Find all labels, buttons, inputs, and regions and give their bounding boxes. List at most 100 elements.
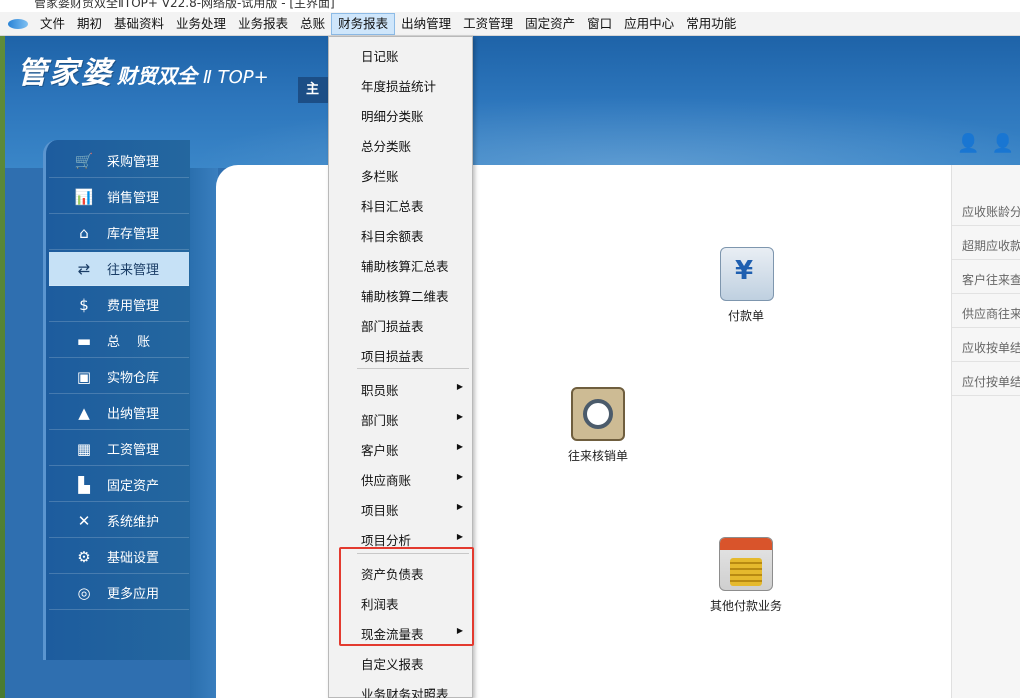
dropdown-item-business-finance[interactable]: 业务财务对照表 <box>361 684 449 698</box>
right-item-supplier[interactable]: 供应商往来 <box>962 305 1020 322</box>
dropdown-item-project-account[interactable]: 项目账 <box>361 500 399 519</box>
boxes-icon: ▙ <box>78 475 90 494</box>
sidebar-item-more-apps[interactable]: ◎ 更多应用 <box>49 576 189 610</box>
menu-business-report[interactable]: 业务报表 <box>232 13 294 35</box>
dropdown-item-account-balance[interactable]: 科目余额表 <box>361 226 424 245</box>
sidebar-item-label: 库存管理 <box>107 227 160 242</box>
right-item-payable-settle[interactable]: 应付按单结 <box>962 373 1020 390</box>
dropdown-item-account-summary[interactable]: 科目汇总表 <box>361 196 424 215</box>
menu-basic-data[interactable]: 基础资料 <box>108 13 170 35</box>
money-bag-icon: ▲ <box>78 403 90 422</box>
right-item-receivable-settle[interactable]: 应收按单结 <box>962 339 1020 356</box>
submenu-arrow-icon: ▶ <box>456 532 463 541</box>
sidebar-item-label: 采购管理 <box>107 155 160 170</box>
sidebar-item-label: 总 账 <box>107 335 151 350</box>
sidebar-item-label: 出纳管理 <box>107 407 160 422</box>
window-title: 管家婆财贸双全ⅡTOP+ V22.8-网络版-试用版 - [主界面] <box>34 0 335 10</box>
sidebar-item-maintenance[interactable]: ✕ 系统维护 <box>49 504 189 538</box>
dropdown-item-detail-ledger[interactable]: 明细分类账 <box>361 106 424 125</box>
coins-icon <box>719 537 773 591</box>
sidebar-item-sales[interactable]: 📊 销售管理 <box>49 180 189 214</box>
submenu-arrow-icon: ▶ <box>456 502 463 511</box>
brand-sub: 财贸双全 <box>117 64 197 88</box>
dropdown-item-custom-report[interactable]: 自定义报表 <box>361 654 424 673</box>
dropdown-item-dept-account[interactable]: 部门账 <box>361 410 399 429</box>
sidebar-item-settings[interactable]: ⚙ 基础设置 <box>49 540 189 574</box>
user-icon[interactable]: 👤 <box>957 133 979 154</box>
sidebar-item-ledger[interactable]: ▬ 总 账 <box>49 324 189 358</box>
menu-common-functions[interactable]: 常用功能 <box>680 13 742 35</box>
menu-app-center[interactable]: 应用中心 <box>618 13 680 35</box>
exchange-icon: ⇄ <box>77 259 91 278</box>
sidebar-item-warehouse[interactable]: ▣ 实物仓库 <box>49 360 189 394</box>
dropdown-item-employee-account[interactable]: 职员账 <box>361 380 399 399</box>
dropdown-item-project-profit[interactable]: 项目损益表 <box>361 346 424 365</box>
sidebar-item-label: 费用管理 <box>107 299 160 314</box>
dropdown-item-customer-account[interactable]: 客户账 <box>361 440 399 459</box>
divider <box>952 361 1020 362</box>
verification-icon <box>571 387 625 441</box>
brand-name: 管家婆 <box>17 56 113 91</box>
sidebar-item-purchase[interactable]: 🛒 采购管理 <box>49 144 189 178</box>
dropdown-item-supplier-account[interactable]: 供应商账 <box>361 470 411 489</box>
menu-cashier[interactable]: 出纳管理 <box>395 13 457 35</box>
sidebar-item-label: 系统维护 <box>107 515 160 530</box>
sidebar-item-expense[interactable]: $ 费用管理 <box>49 288 189 322</box>
submenu-arrow-icon: ▶ <box>456 412 463 421</box>
menu-opening[interactable]: 期初 <box>71 13 108 35</box>
sidebar-item-label: 基础设置 <box>107 551 160 566</box>
sidebar-item-label: 工资管理 <box>107 443 160 458</box>
sidebar-item-inventory[interactable]: ⌂ 库存管理 <box>49 216 189 250</box>
right-item-overdue-receivable[interactable]: 超期应收款 <box>962 237 1020 254</box>
menu-separator <box>357 368 469 369</box>
dropdown-item-annual-profit[interactable]: 年度损益统计 <box>361 76 436 95</box>
submenu-arrow-icon: ▶ <box>456 382 463 391</box>
right-panel: 应收账龄分 超期应收款 客户往来查 供应商往来 应收按单结 应付按单结 <box>951 165 1020 698</box>
divider <box>952 327 1020 328</box>
right-item-receivable-aging[interactable]: 应收账龄分 <box>962 203 1020 220</box>
function-other-payment[interactable]: 其他付款业务 <box>710 537 782 614</box>
dropdown-item-general-ledger[interactable]: 总分类账 <box>361 136 411 155</box>
tools-icon: ✕ <box>77 511 91 530</box>
divider <box>952 293 1020 294</box>
dropdown-item-multi-column[interactable]: 多栏账 <box>361 166 399 185</box>
sidebar: 🛒 采购管理 📊 销售管理 ⌂ 库存管理 ⇄ 往来管理 $ 费用管理 ▬ 总 账… <box>43 140 190 660</box>
sidebar-item-label: 固定资产 <box>107 479 160 494</box>
menu-general-ledger[interactable]: 总账 <box>294 13 331 35</box>
dropdown-item-aux-summary[interactable]: 辅助核算汇总表 <box>361 256 449 275</box>
menu-payroll[interactable]: 工资管理 <box>457 13 519 35</box>
submenu-arrow-icon: ▶ <box>456 442 463 451</box>
divider <box>952 225 1020 226</box>
menu-business[interactable]: 业务处理 <box>170 13 232 35</box>
sidebar-item-fixed-assets[interactable]: ▙ 固定资产 <box>49 468 189 502</box>
right-item-customer-query[interactable]: 客户往来查 <box>962 271 1020 288</box>
divider <box>952 259 1020 260</box>
highlight-box <box>339 547 474 646</box>
divider <box>952 395 1020 396</box>
brand-version: Ⅱ TOP+ <box>203 67 269 88</box>
grid-icon: ▦ <box>76 439 92 458</box>
function-payment-slip[interactable]: 付款单 <box>720 247 774 324</box>
cart-icon: 🛒 <box>74 151 94 170</box>
sidebar-item-cashier[interactable]: ▲ 出纳管理 <box>49 396 189 430</box>
dropdown-item-dept-profit[interactable]: 部门损益表 <box>361 316 424 335</box>
users-icon[interactable]: 👤 <box>992 133 1014 154</box>
title-bar: 管家婆财贸双全ⅡTOP+ V22.8-网络版-试用版 - [主界面] <box>0 0 1020 12</box>
menu-window[interactable]: 窗口 <box>581 13 618 35</box>
function-verification[interactable]: 往来核销单 <box>562 387 634 464</box>
sidebar-divider <box>190 168 218 698</box>
app-logo-icon[interactable] <box>8 18 28 29</box>
tab-main[interactable]: 主界 <box>298 77 330 103</box>
user-icons: 👤 👤 <box>957 133 1014 154</box>
sidebar-item-payroll[interactable]: ▦ 工资管理 <box>49 432 189 466</box>
content-panel: 付款单 往来核销单 其他付款业务 <box>216 165 956 698</box>
function-label: 其他付款业务 <box>710 599 783 613</box>
dropdown-item-aux-2d[interactable]: 辅助核算二维表 <box>361 286 449 305</box>
menu-financial-report[interactable]: 财务报表 <box>331 12 396 35</box>
menu-file[interactable]: 文件 <box>34 13 71 35</box>
sidebar-item-accounts[interactable]: ⇄ 往来管理 <box>49 252 189 286</box>
menu-fixed-assets[interactable]: 固定资产 <box>519 13 581 35</box>
bar-chart-icon: 📊 <box>74 187 94 206</box>
dropdown-item-journal[interactable]: 日记账 <box>361 46 399 65</box>
target-icon: ◎ <box>77 583 91 602</box>
